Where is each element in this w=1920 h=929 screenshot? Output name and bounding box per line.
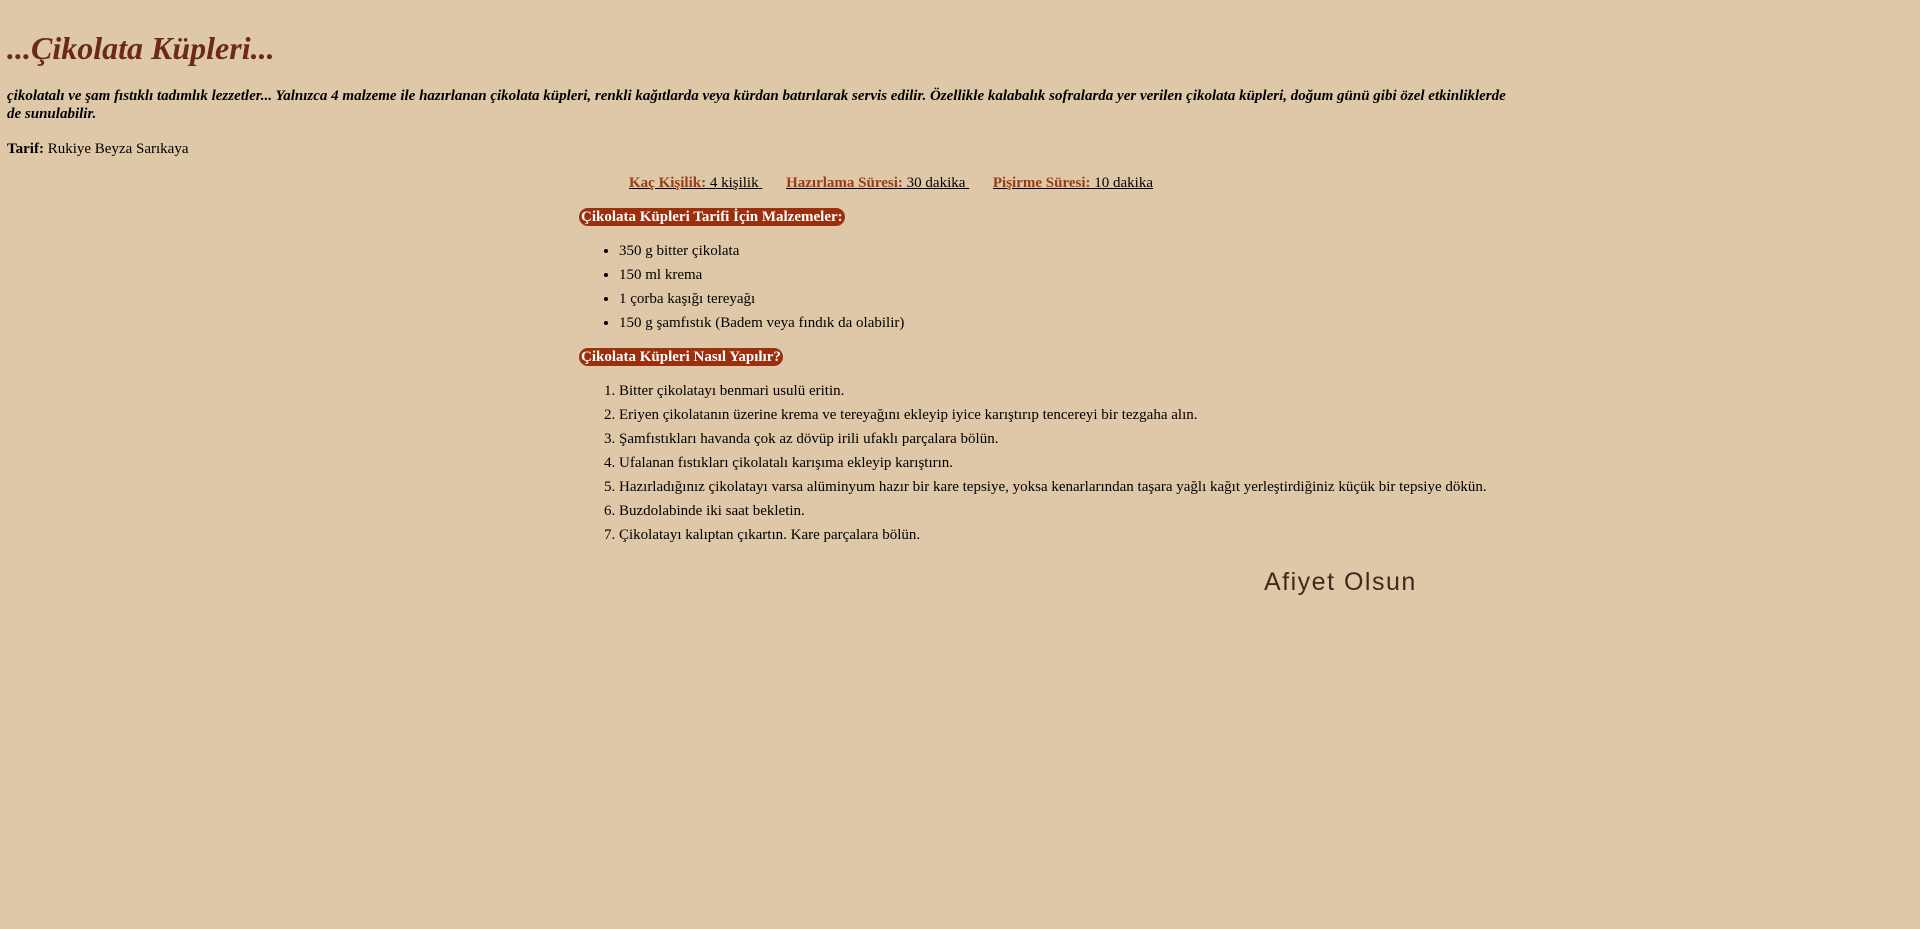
servings-value: 4 kişilik [709, 175, 759, 191]
prep-time-link[interactable]: Hazırlama Süresi: 30 dakika [786, 174, 969, 192]
closing-message: Afiyet Olsun [1264, 568, 1417, 596]
ingredients-list: 350 g bitter çikolata 150 ml krema 1 çor… [619, 239, 904, 335]
cook-time-label: Pişirme Süresi: [992, 175, 1091, 191]
steps-list: Bitter çikolatayı benmari usulü eritin. … [619, 379, 1487, 547]
author-label: Tarif: [7, 141, 44, 157]
ingredient-item: 1 çorba kaşığı tereyağı [619, 287, 904, 311]
ingredient-item: 150 ml krema [619, 263, 904, 287]
step-item: Bitter çikolatayı benmari usulü eritin. [619, 379, 1487, 403]
step-item: Hazırladığınız çikolatayı varsa alüminyu… [619, 475, 1487, 499]
servings-label: Kaç Kişilik: [629, 175, 707, 191]
cook-time-value: 10 dakika [1094, 175, 1153, 191]
step-item: Buzdolabinde iki saat bekletin. [619, 499, 1487, 523]
recipe-meta: Kaç Kişilik: 4 kişilik Hazırlama Süresi:… [629, 174, 1153, 192]
step-item: Şamfıstıkları havanda çok az dövüp irili… [619, 427, 1487, 451]
servings-link[interactable]: Kaç Kişilik: 4 kişilik [629, 174, 762, 192]
ingredient-item: 150 g şamfıstık (Badem veya fındık da ol… [619, 311, 904, 335]
ingredients-heading: Çikolata Küpleri Tarifi İçin Malzemeler: [579, 208, 845, 226]
cook-time-link[interactable]: Pişirme Süresi: 10 dakika [993, 174, 1153, 192]
steps-heading: Çikolata Küpleri Nasıl Yapılır? [579, 348, 783, 366]
prep-time-label: Hazırlama Süresi: [786, 175, 903, 191]
step-item: Çikolatayı kalıptan çıkartın. Kare parça… [619, 523, 1487, 547]
recipe-author: Tarif: Rukiye Beyza Sarıkaya [7, 140, 189, 158]
step-item: Eriyen çikolatanın üzerine krema ve tere… [619, 403, 1487, 427]
step-item: Ufalanan fıstıkları çikolatalı karışıma … [619, 451, 1487, 475]
ingredient-item: 350 g bitter çikolata [619, 239, 904, 263]
prep-time-value: 30 dakika [906, 175, 966, 191]
author-name: Rukiye Beyza Sarıkaya [47, 141, 189, 157]
recipe-intro: çikolatalı ve şam fıstıklı tadımlık lezz… [7, 88, 1506, 122]
page-title: ...Çikolata Küpleri... [7, 30, 275, 66]
